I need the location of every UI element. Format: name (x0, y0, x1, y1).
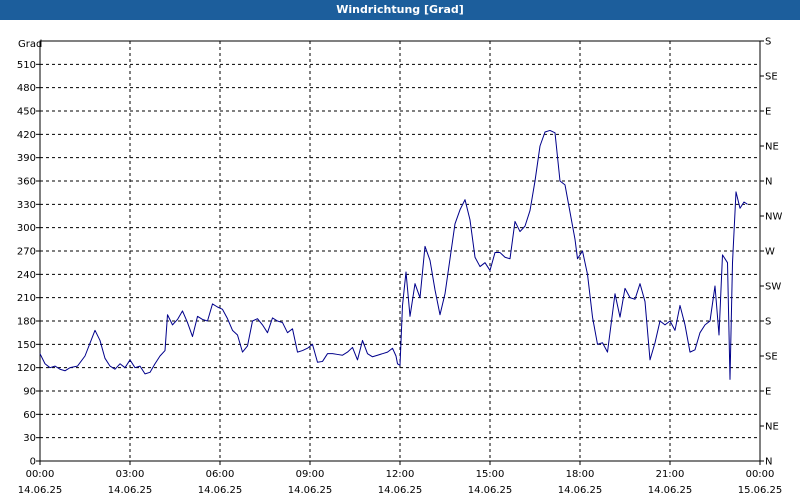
chart-window: Windrichtung [Grad] 0 30 60 90 120 150 180 210 2… (0, 0, 800, 500)
x-tick-time: 03:00 (116, 469, 145, 480)
right-tick-label: SW (765, 282, 781, 293)
grid-lines (40, 41, 760, 461)
wind-direction-chart: 0 30 60 90 120 150 180 210 240 270 300 330 360 390 420… (17, 37, 783, 497)
y-tick-label: 210 (17, 293, 36, 304)
y-tick-label: 480 (17, 83, 36, 94)
y-tick-label: 150 (17, 340, 36, 351)
right-tick-label: N (765, 177, 772, 188)
y-axis-label: Grad (18, 39, 42, 50)
right-tick-label: NW (765, 212, 782, 223)
x-tick-time: 00:00 (746, 469, 775, 480)
y-tick-label: 30 (23, 433, 36, 444)
y-tick-label: 180 (17, 317, 36, 328)
y-tick-label: 120 (17, 363, 36, 374)
y-tick-label: 90 (23, 387, 36, 398)
y-axis-right: N NE E SE S SW W NW N NE E SE S (760, 37, 782, 468)
right-tick-label: E (765, 387, 771, 398)
x-tick-date: 14.06.25 (288, 485, 333, 496)
x-tick-time: 00:00 (26, 469, 55, 480)
right-tick-label: N (765, 457, 772, 468)
right-tick-label: W (765, 247, 775, 258)
right-tick-label: NE (765, 142, 779, 153)
x-tick-time: 12:00 (386, 469, 415, 480)
y-axis-left: 0 30 60 90 120 150 180 210 240 270 300 330 360 390 420… (17, 60, 40, 468)
y-tick-label: 0 (30, 457, 36, 468)
x-tick-date: 14.06.25 (18, 485, 63, 496)
x-tick-time: 15:00 (476, 469, 505, 480)
x-tick-time: 09:00 (296, 469, 325, 480)
window-title: Windrichtung [Grad] (0, 0, 800, 20)
x-tick-date: 15.06.25 (738, 485, 783, 496)
x-tick-date: 14.06.25 (558, 485, 603, 496)
right-tick-label: SE (765, 352, 778, 363)
y-tick-label: 330 (17, 200, 36, 211)
series-layer (39, 129, 748, 380)
x-axis: 00:00 14.06.25 03:00 14.06.25 06:00 14.06.25 0… (18, 461, 783, 496)
x-tick-date: 14.06.25 (378, 485, 423, 496)
x-tick-time: 18:00 (566, 469, 595, 480)
y-tick-label: 510 (17, 60, 36, 71)
y-tick-label: 270 (17, 247, 36, 258)
x-tick-date: 14.06.25 (468, 485, 513, 496)
y-tick-label: 300 (17, 223, 36, 234)
y-tick-label: 240 (17, 270, 36, 281)
right-tick-label: S (765, 317, 771, 328)
right-tick-label: E (765, 107, 771, 118)
x-tick-date: 14.06.25 (648, 485, 693, 496)
right-tick-label: SE (765, 72, 778, 83)
x-tick-time: 06:00 (206, 469, 235, 480)
y-tick-label: 360 (17, 177, 36, 188)
x-tick-date: 14.06.25 (108, 485, 153, 496)
y-tick-label: 450 (17, 107, 36, 118)
x-tick-time: 21:00 (656, 469, 685, 480)
right-tick-label: NE (765, 422, 779, 433)
wind-direction-series-line (39, 129, 748, 380)
y-tick-label: 390 (17, 153, 36, 164)
x-tick-date: 14.06.25 (198, 485, 243, 496)
y-tick-label: 420 (17, 130, 36, 141)
y-tick-label: 60 (23, 410, 36, 421)
right-tick-label: S (765, 37, 771, 48)
